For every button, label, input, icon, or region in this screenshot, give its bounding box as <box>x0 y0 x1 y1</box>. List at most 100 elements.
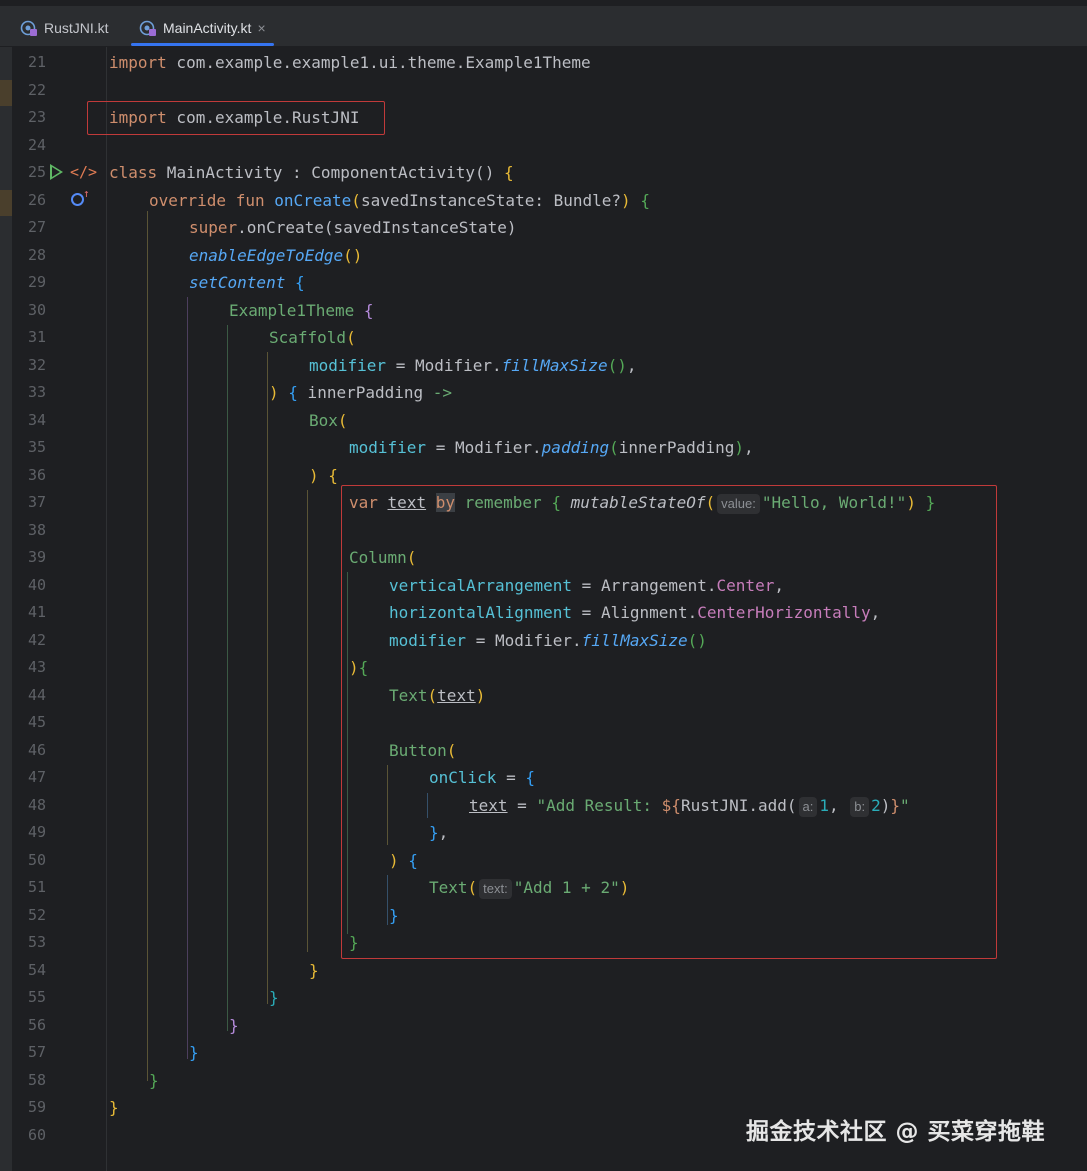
brace: { <box>503 163 514 182</box>
line-number: 38 <box>27 520 46 539</box>
function-name: onCreate <box>274 190 352 210</box>
line-number: 39 <box>27 548 46 566</box>
code-line[interactable]: 58 } <box>0 1067 1087 1095</box>
line-number: 44 <box>27 685 46 704</box>
keyword: class <box>109 163 158 182</box>
class-declaration: MainActivity : ComponentActivity() <box>157 163 504 182</box>
tab-label: RustJNI.kt <box>44 20 109 36</box>
tab-mainactivity[interactable]: MainActivity.kt × <box>131 10 274 46</box>
keyword: super <box>189 218 238 237</box>
line-number: 40 <box>27 575 46 594</box>
code-line[interactable]: 57 } <box>0 1039 1087 1067</box>
title-strip <box>0 0 1087 6</box>
code-line[interactable]: 35 modifier = Modifier.padding(innerPadd… <box>0 434 1087 462</box>
parameters: savedInstanceState: Bundle? <box>360 190 622 210</box>
code-line[interactable]: 27 super.onCreate(savedInstanceState) <box>0 214 1087 242</box>
line-number: 57 <box>27 1043 46 1061</box>
composable-call: Scaffold <box>269 328 347 347</box>
named-argument: modifier <box>349 438 427 457</box>
code-line[interactable]: 30 Example1Theme { <box>0 297 1087 325</box>
code-editor[interactable]: 21 import com.example.example1.ui.theme.… <box>0 47 1087 1171</box>
function-call: setContent <box>189 273 286 292</box>
line-number: 41 <box>27 603 46 621</box>
function-call: enableEdgeToEdge <box>189 245 344 265</box>
line-number: 55 <box>27 988 46 1006</box>
line-number: 30 <box>27 300 46 319</box>
code-line[interactable]: 21 import com.example.example1.ui.theme.… <box>0 49 1087 77</box>
line-number: 29 <box>27 273 46 291</box>
code-text: setContent { <box>189 273 305 292</box>
code-line[interactable]: 55 } <box>0 984 1087 1012</box>
modifier-object: Modifier. <box>454 438 542 457</box>
code-line[interactable]: 32 modifier = Modifier.fillMaxSize(), <box>0 352 1087 380</box>
code-line[interactable]: 33 ) { innerPadding -> <box>0 379 1087 407</box>
code-text: enableEdgeToEdge() <box>189 245 363 265</box>
composable-call: Example1Theme <box>229 300 355 320</box>
line-number: 37 <box>27 493 46 511</box>
line-number: 24 <box>27 135 46 154</box>
code-text: } <box>269 988 279 1007</box>
line-number: 27 <box>27 218 46 236</box>
line-number: 33 <box>27 383 46 401</box>
code-text: } <box>189 1043 199 1062</box>
keyword: import <box>109 53 167 72</box>
code-line[interactable]: 31 Scaffold( <box>0 324 1087 352</box>
code-highlight-box <box>341 485 997 959</box>
line-number: 43 <box>27 658 46 676</box>
line-number: 53 <box>27 933 46 951</box>
code-text: } <box>309 960 319 980</box>
line-number: 42 <box>27 630 46 649</box>
line-number: 21 <box>27 53 46 71</box>
code-text: import com.example.example1.ui.theme.Exa… <box>109 49 591 77</box>
line-number: 25 <box>27 163 46 181</box>
line-number: 51 <box>27 878 46 896</box>
code-text: modifier = Modifier.fillMaxSize(), <box>309 355 637 375</box>
line-number: 36 <box>27 465 46 484</box>
code-text: Scaffold( <box>269 328 356 347</box>
line-number: 32 <box>27 355 46 374</box>
tab-rustjni[interactable]: RustJNI.kt <box>12 10 117 46</box>
code-text: Example1Theme { <box>229 300 374 320</box>
code-line[interactable]: 34 Box( <box>0 407 1087 435</box>
code-line[interactable]: 56 } <box>0 1012 1087 1040</box>
code-text: ) { innerPadding -> <box>269 383 453 402</box>
line-number: 28 <box>27 245 46 264</box>
line-number: 56 <box>27 1015 46 1034</box>
line-number: 48 <box>27 795 46 814</box>
named-argument: modifier <box>309 355 387 375</box>
line-number: 35 <box>27 438 46 456</box>
kotlin-file-icon <box>139 20 156 36</box>
code-line[interactable]: 24 <box>0 132 1087 160</box>
code-line[interactable]: 26 ↑ override fun onCreate(savedInstance… <box>0 187 1087 215</box>
code-text: super.onCreate(savedInstanceState) <box>189 214 517 242</box>
line-number: 58 <box>27 1070 46 1089</box>
close-icon[interactable]: × <box>257 20 265 36</box>
code-line[interactable]: 22 <box>0 77 1087 105</box>
code-text: class MainActivity : ComponentActivity()… <box>109 159 514 187</box>
code-text: ) { <box>309 465 338 485</box>
tab-label: MainActivity.kt <box>163 20 252 36</box>
line-number: 23 <box>27 108 46 126</box>
code-icon[interactable]: </> <box>70 159 97 187</box>
line-number: 22 <box>27 80 46 99</box>
lambda-param: innerPadding <box>297 383 433 402</box>
code-line[interactable]: 28 enableEdgeToEdge() <box>0 242 1087 270</box>
editor-tab-bar: RustJNI.kt MainActivity.kt × <box>0 0 1087 47</box>
modifier-object: Modifier. <box>414 355 502 375</box>
code-line[interactable]: 54 } <box>0 957 1087 985</box>
code-text: Box( <box>309 410 348 430</box>
line-number: 45 <box>27 713 46 731</box>
code-line[interactable]: 29 setContent { <box>0 269 1087 297</box>
composable-call: Box <box>309 410 338 430</box>
code-line[interactable]: 25 </> class MainActivity : ComponentAct… <box>0 159 1087 187</box>
function-call: fillMaxSize <box>501 355 608 375</box>
line-number: 47 <box>27 768 46 786</box>
line-number: 46 <box>27 740 46 759</box>
code-text: } <box>229 1015 239 1035</box>
arrow: -> <box>432 383 453 402</box>
line-number: 59 <box>27 1098 46 1116</box>
line-number: 26 <box>27 190 46 209</box>
import-path: com.example.example1.ui.theme.Example1Th… <box>166 53 591 72</box>
arrow-up-icon: ↑ <box>83 186 90 200</box>
code-text: } <box>109 1098 119 1117</box>
